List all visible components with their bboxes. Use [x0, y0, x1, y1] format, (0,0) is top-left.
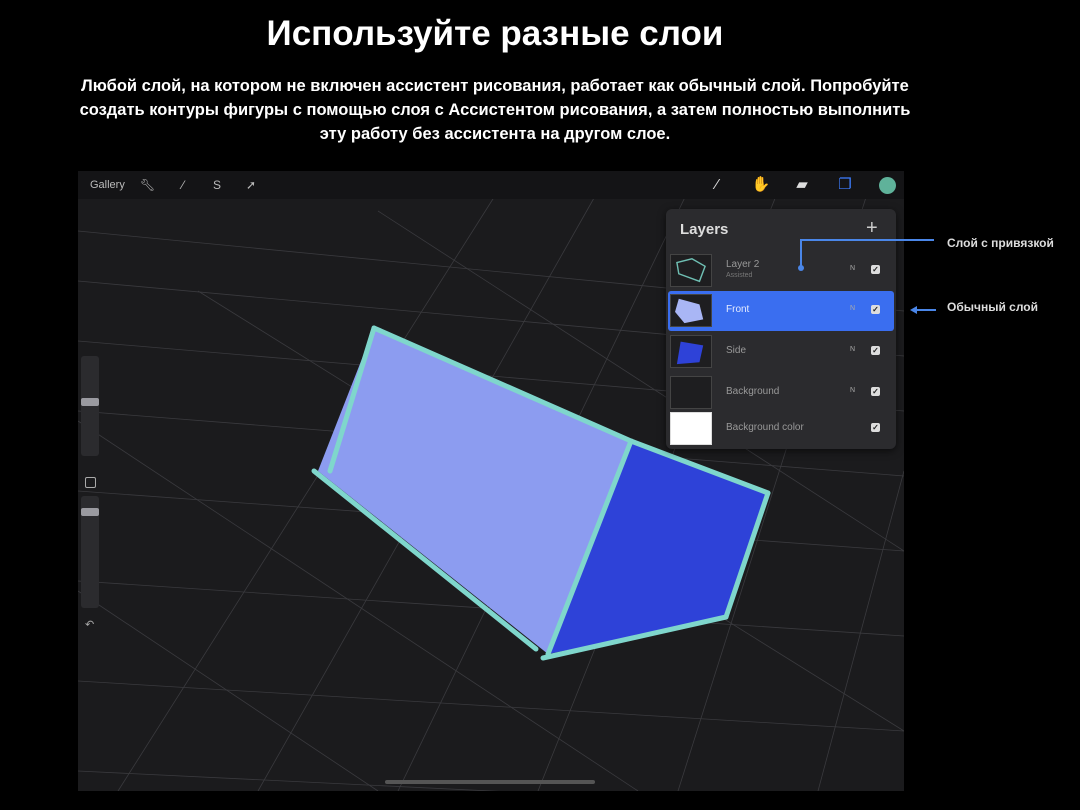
description-line: создать контуры фигуры с помощью слоя с …	[79, 101, 911, 119]
layer-row-background[interactable]: Background N ✓	[668, 373, 894, 413]
layers-panel: Layers + Layer 2 Assisted N ✓ Front N ✓ …	[666, 209, 896, 449]
eraser-icon[interactable]: ▰	[792, 176, 812, 194]
callout-line	[914, 309, 936, 311]
layer-row-background-color[interactable]: Background color ✓	[668, 409, 894, 449]
add-layer-icon[interactable]: +	[866, 217, 878, 240]
layer-name: Layer 2	[726, 259, 760, 270]
visibility-checkbox[interactable]: ✓	[871, 387, 880, 396]
visibility-checkbox[interactable]: ✓	[871, 265, 880, 274]
layer-thumbnail	[670, 254, 712, 287]
callout-assisted-layer: Слой с привязкой	[947, 236, 1054, 250]
smudge-icon[interactable]: ✋	[751, 176, 771, 194]
layer-row-front[interactable]: Front N ✓	[668, 291, 894, 331]
layer-subtitle: Assisted	[726, 272, 753, 279]
layers-icon[interactable]: ❐	[835, 176, 855, 194]
opacity-slider[interactable]	[81, 496, 99, 608]
brush-icon[interactable]: ⁄	[707, 176, 727, 194]
procreate-screen: Gallery 🔧︎ ⁄ S ➚ ⁄ ✋ ▰ ❐ ↶ Layers + Laye…	[78, 171, 904, 791]
slide-title: Используйте разные слои	[266, 14, 724, 53]
callout-line	[800, 240, 802, 268]
visibility-checkbox[interactable]: ✓	[871, 346, 880, 355]
layer-name: Background color	[726, 422, 804, 433]
slide-description: Любой слой, на котором не включен ассист…	[10, 74, 980, 146]
color-picker-button[interactable]	[879, 177, 896, 194]
layer-thumbnail	[670, 376, 712, 409]
wrench-icon[interactable]: 🔧︎	[140, 178, 155, 192]
visibility-checkbox[interactable]: ✓	[871, 305, 880, 314]
layer-thumbnail	[670, 412, 712, 445]
visibility-checkbox[interactable]: ✓	[871, 423, 880, 432]
callout-normal-layer: Обычный слой	[947, 300, 1039, 314]
undo-icon[interactable]: ↶	[85, 618, 94, 631]
modify-button[interactable]	[85, 477, 96, 488]
layer-thumbnail	[670, 335, 712, 368]
selection-s-icon[interactable]: S	[210, 178, 224, 192]
layer-row-layer-2[interactable]: Layer 2 Assisted N ✓	[668, 251, 894, 291]
left-sidebar: ↶	[81, 356, 99, 631]
gallery-button[interactable]: Gallery	[90, 179, 125, 191]
layer-thumbnail	[670, 294, 712, 327]
blend-mode-button[interactable]: N	[850, 305, 855, 312]
home-indicator	[385, 780, 595, 784]
layer-name: Side	[726, 345, 747, 356]
blend-mode-button[interactable]: N	[850, 346, 855, 353]
blend-mode-button[interactable]: N	[850, 387, 855, 394]
transform-arrow-icon[interactable]: ➚	[244, 178, 258, 192]
layer-name: Background	[726, 386, 780, 397]
magic-wand-icon[interactable]: ⁄	[176, 178, 190, 192]
callout-arrow-icon	[910, 306, 917, 314]
layers-panel-title: Layers	[680, 221, 729, 238]
brush-size-slider[interactable]	[81, 356, 99, 456]
blend-mode-button[interactable]: N	[850, 265, 855, 272]
brush-size-handle[interactable]	[81, 398, 99, 406]
layer-name: Front	[726, 304, 750, 315]
layer-row-side[interactable]: Side N ✓	[668, 332, 894, 372]
opacity-handle[interactable]	[81, 508, 99, 516]
top-toolbar: Gallery 🔧︎ ⁄ S ➚ ⁄ ✋ ▰ ❐	[78, 171, 904, 199]
callout-line	[800, 239, 934, 241]
description-line: эту работу без ассистента на другом слое…	[319, 125, 671, 143]
description-line: Любой слой, на котором не включен ассист…	[81, 77, 909, 95]
